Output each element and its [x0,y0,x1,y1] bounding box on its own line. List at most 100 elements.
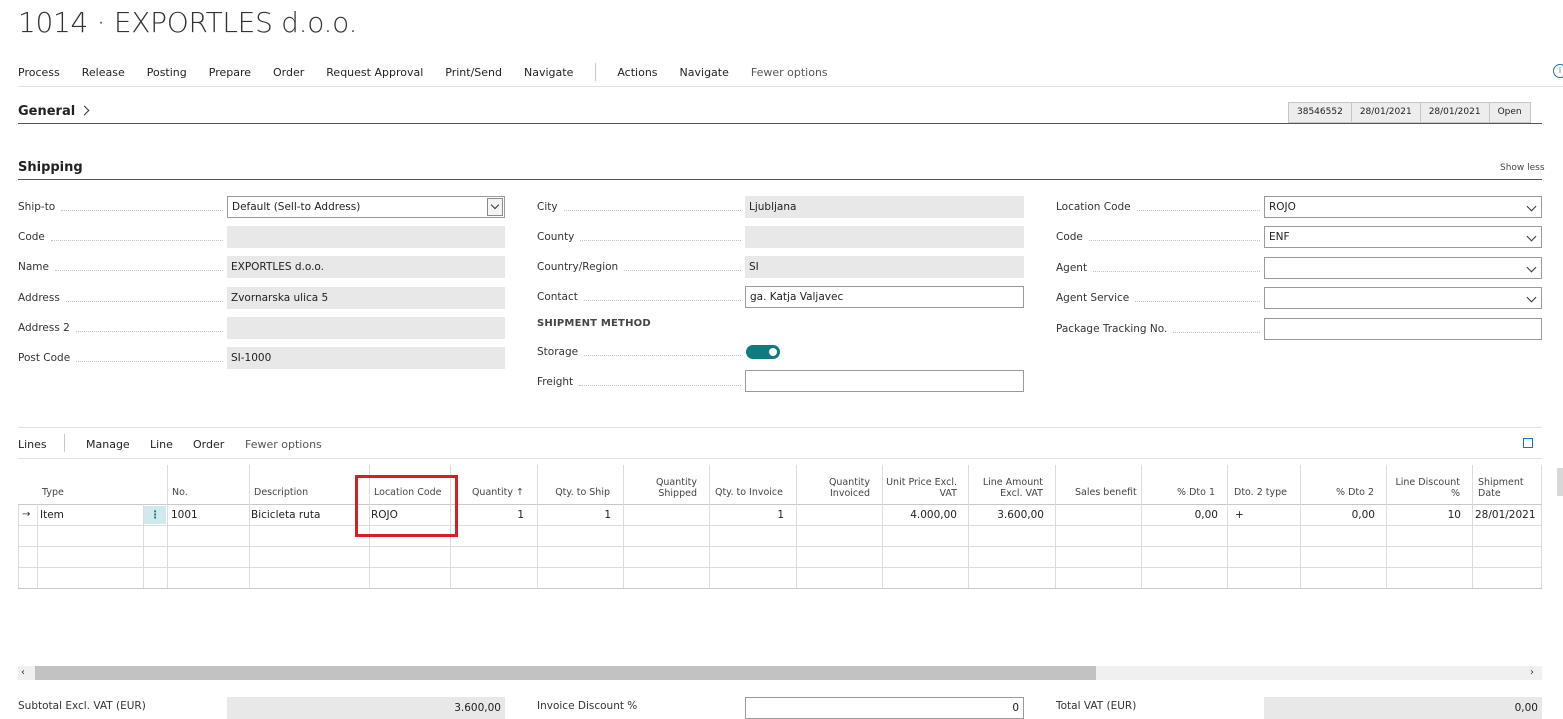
lines-bar-divider [18,458,1542,459]
address-2-field [227,317,505,339]
action-navigate[interactable]: Navigate [524,66,573,79]
location-code-label: Location Code [1056,201,1264,213]
action-order[interactable]: Order [273,66,304,79]
col-header-qty-to-ship[interactable]: Qty. to Ship [540,487,610,498]
lines-tab[interactable]: Lines [18,438,47,451]
general-summary-doc-no: 38546552 [1288,102,1352,123]
col-header-description[interactable]: Description [254,487,308,498]
col-header-no[interactable]: No. [172,487,188,498]
action-fewer-options[interactable]: Fewer options [751,66,828,79]
agent-label: Agent [1056,262,1264,274]
col-header-unit-price[interactable]: Unit Price Excl. VAT [876,477,957,499]
action-print-send[interactable]: Print/Send [445,66,502,79]
action-separator [595,63,597,81]
col-header-line-discount[interactable]: Line Discount % [1394,477,1460,499]
lines-fewer-options[interactable]: Fewer options [245,438,322,451]
freight-input[interactable] [745,370,1024,392]
shipping-code-select[interactable]: ENF [1264,226,1542,248]
total-vat-field: 0,00 [1264,697,1542,719]
cell-dto2-type[interactable]: + [1235,505,1244,525]
country-region-label: Country/Region [537,261,745,273]
col-header-qty-to-invoice[interactable]: Qty. to Invoice [710,487,783,498]
expand-icon[interactable] [1523,438,1533,448]
vertical-scrollbar[interactable] [1557,468,1563,496]
chevron-down-icon [487,198,503,216]
action-process[interactable]: Process [18,66,60,79]
storage-toggle[interactable] [746,345,780,359]
invoice-discount-input[interactable]: 0 [745,697,1024,719]
show-less-link[interactable]: Show less [1500,163,1545,173]
general-title: General [18,104,76,119]
lines-separator [64,434,65,452]
cell-line-discount[interactable]: 10 [1388,505,1461,525]
action-bar: Process Release Posting Prepare Order Re… [18,63,850,81]
action-navigate-2[interactable]: Navigate [680,66,729,79]
cell-quantity-shipped [625,505,697,525]
col-header-quantity-shipped[interactable]: Quantity Shipped [630,477,697,499]
cell-no[interactable]: 1001 [171,505,198,525]
col-header-quantity-invoiced[interactable]: Quantity Invoiced [805,477,870,499]
package-tracking-label: Package Tracking No. [1056,323,1264,335]
cell-type[interactable]: Item [40,505,64,525]
agent-select[interactable] [1264,257,1542,279]
name-field: EXPORTLES d.o.o. [227,256,505,278]
col-header-shipment-date[interactable]: Shipment Date [1478,477,1528,499]
col-header-line-amount[interactable]: Line Amount Excl. VAT [970,477,1043,499]
action-release[interactable]: Release [82,66,125,79]
chevron-down-icon [1526,231,1537,242]
cell-unit-price[interactable]: 4.000,00 [884,505,957,525]
lines-order[interactable]: Order [193,438,224,451]
contact-label: Contact [537,291,745,303]
cell-description[interactable]: Bicicleta ruta [251,505,320,525]
location-code-highlight [355,475,458,537]
action-actions[interactable]: Actions [617,66,657,79]
shipment-method-heading: SHIPMENT METHOD [537,318,651,329]
subtotal-field: 3.600,00 [227,697,505,719]
col-header-dto1[interactable]: % Dto 1 [1150,487,1215,498]
general-summary-date-2: 28/01/2021 [1419,102,1490,123]
city-label: City [537,201,745,213]
cell-dto1[interactable]: 0,00 [1143,505,1218,525]
shipping-divider [18,179,1542,180]
chevron-down-icon [1526,262,1537,273]
lines-line[interactable]: Line [150,438,173,451]
col-header-dto2[interactable]: % Dto 2 [1310,487,1374,498]
ship-to-select[interactable]: Default (Sell-to Address) [227,196,505,218]
row-arrow-icon: → [22,509,31,520]
agent-service-select[interactable] [1264,287,1542,309]
post-code-label: Post Code [18,352,227,364]
action-bar-divider [18,86,1563,87]
col-header-quantity[interactable]: Quantity ↑ [454,487,524,498]
scroll-left-icon[interactable]: ‹ [21,666,25,680]
code-label: Code [18,231,227,243]
general-summary: 38546552 28/01/2021 28/01/2021 Open [1288,102,1531,123]
cell-line-amount[interactable]: 3.600,00 [970,505,1044,525]
name-label: Name [18,261,227,273]
cell-qty-to-invoice[interactable]: 1 [711,505,784,525]
ship-to-label: Ship-to [18,201,227,213]
chevron-right-icon [79,105,90,116]
general-section-header[interactable]: General [18,104,90,119]
cell-dto2[interactable]: 0,00 [1302,505,1375,525]
action-prepare[interactable]: Prepare [209,66,251,79]
page-title: 1014 · EXPORTLES d.o.o. [18,6,358,39]
action-posting[interactable]: Posting [147,66,187,79]
info-icon[interactable]: i [1553,64,1563,78]
lines-manage[interactable]: Manage [86,438,130,451]
col-header-type[interactable]: Type [42,487,64,498]
package-tracking-input[interactable] [1264,318,1542,340]
cell-quantity[interactable]: 1 [452,505,524,525]
col-header-dto2-type[interactable]: Dto. 2 type [1234,487,1287,498]
row-menu-icon[interactable]: ⋮ [144,506,166,524]
contact-input[interactable]: ga. Katja Valjavec [745,286,1024,308]
country-region-field: SI [745,256,1024,278]
cell-qty-to-ship[interactable]: 1 [539,505,611,525]
scroll-right-icon[interactable]: › [1530,666,1534,680]
col-header-sales-benefit[interactable]: Sales benefit [1075,487,1137,498]
address-field: Zvornarska ulica 5 [227,287,505,309]
address-2-label: Address 2 [18,322,227,334]
cell-shipment-date[interactable]: 28/01/2021 [1475,505,1536,525]
location-code-select[interactable]: ROJO [1264,196,1542,218]
action-request-approval[interactable]: Request Approval [326,66,423,79]
horizontal-scroll-thumb[interactable] [35,666,1096,680]
